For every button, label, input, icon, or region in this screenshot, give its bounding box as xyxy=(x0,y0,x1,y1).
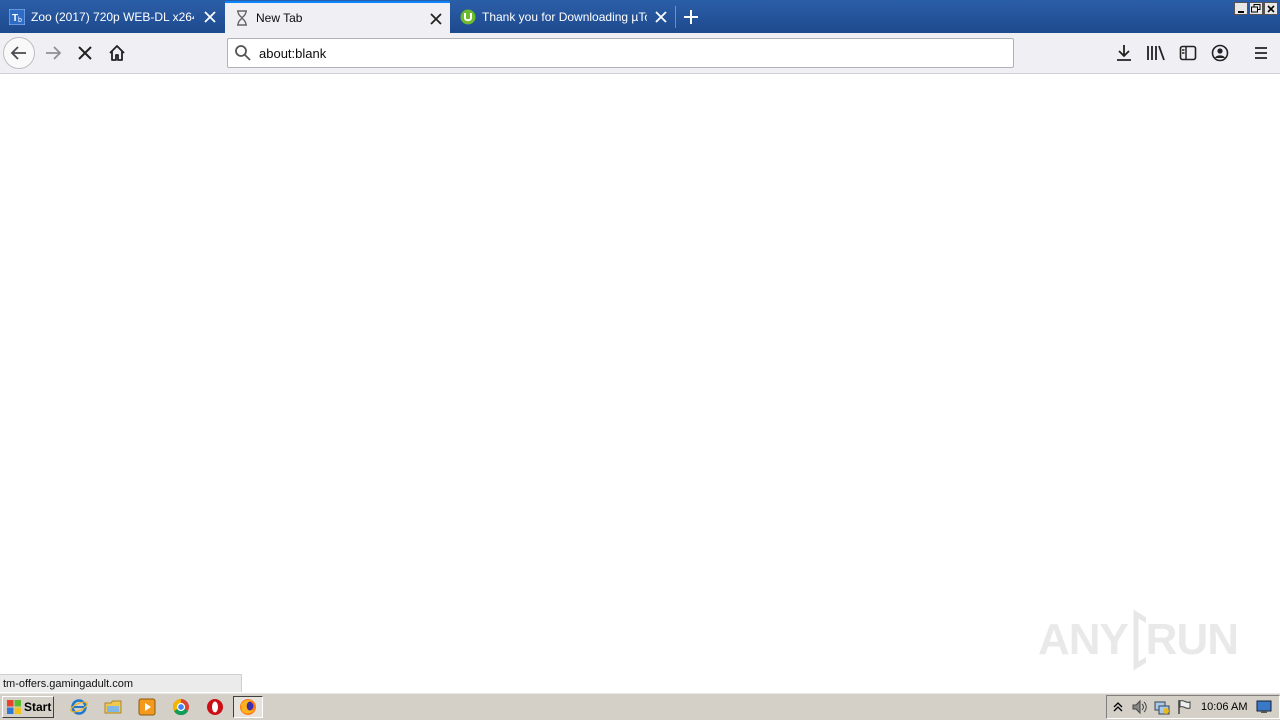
flag-icon xyxy=(1178,700,1191,714)
chevron-up-icon xyxy=(1113,702,1123,712)
clock[interactable]: 10:06 AM xyxy=(1201,701,1247,713)
desktop-icon xyxy=(1256,700,1272,713)
network-button[interactable] xyxy=(1151,697,1173,717)
media-player-icon xyxy=(138,698,156,716)
home-button[interactable] xyxy=(101,37,133,69)
download-icon xyxy=(1117,45,1131,61)
watermark-text-right: RUN xyxy=(1145,615,1239,664)
back-button[interactable] xyxy=(3,37,35,69)
tab-strip: Tb Zoo (2017) 720p WEB-DL x264 ESub New … xyxy=(0,0,1280,33)
library-icon xyxy=(1147,45,1165,61)
opera-launcher[interactable] xyxy=(205,697,225,717)
torrent-site-icon: Tb xyxy=(9,9,25,25)
tab-zoo[interactable]: Tb Zoo (2017) 720p WEB-DL x264 ESub xyxy=(0,1,224,33)
restore-button[interactable] xyxy=(1249,2,1263,15)
plus-icon xyxy=(684,10,698,24)
opera-icon xyxy=(207,699,223,715)
utorrent-icon xyxy=(460,9,476,25)
anyrun-watermark: ANY RUN xyxy=(1038,608,1239,672)
ie-launcher[interactable] xyxy=(69,697,89,717)
minimize-button[interactable] xyxy=(1234,2,1248,15)
tab-title: New Tab xyxy=(256,11,303,25)
hamburger-menu-icon xyxy=(1255,47,1267,59)
network-icon xyxy=(1154,701,1170,715)
action-center-button[interactable] xyxy=(1173,697,1195,717)
forward-button[interactable] xyxy=(37,37,69,69)
account-icon xyxy=(1211,44,1229,62)
url-input[interactable] xyxy=(259,45,999,61)
internet-explorer-icon xyxy=(70,699,88,715)
start-label: Start xyxy=(24,700,52,714)
navigation-toolbar xyxy=(0,33,1280,74)
firefox-taskbar-button[interactable] xyxy=(233,696,263,718)
screen: Tb Zoo (2017) 720p WEB-DL x264 ESub New … xyxy=(0,0,1280,720)
tab-utorrent[interactable]: Thank you for Downloading µTorrent xyxy=(451,1,675,33)
close-window-button[interactable] xyxy=(1264,2,1278,15)
svg-text:b: b xyxy=(18,17,22,24)
show-hidden-icons-button[interactable] xyxy=(1107,697,1129,717)
home-icon xyxy=(109,45,125,61)
sidebar-button[interactable] xyxy=(1172,37,1204,69)
hourglass-icon xyxy=(234,10,250,26)
window-controls xyxy=(1234,2,1278,15)
start-button[interactable]: Start xyxy=(2,696,54,718)
chrome-icon xyxy=(172,698,189,716)
windows-logo-icon xyxy=(7,700,21,714)
stop-x-icon xyxy=(78,46,92,60)
explorer-launcher[interactable] xyxy=(103,697,123,717)
close-icon[interactable] xyxy=(653,9,669,25)
arrow-right-icon xyxy=(46,46,62,60)
search-icon xyxy=(235,45,251,61)
show-desktop-button[interactable] xyxy=(1253,697,1275,717)
status-bar: tm-offers.gamingadult.com xyxy=(0,674,242,692)
new-tab-button[interactable] xyxy=(678,4,704,30)
close-icon[interactable] xyxy=(202,9,218,25)
volume-button[interactable] xyxy=(1129,697,1151,717)
firefox-icon xyxy=(240,699,256,715)
chrome-launcher[interactable] xyxy=(171,697,191,717)
stop-button[interactable] xyxy=(69,37,101,69)
account-button[interactable] xyxy=(1204,37,1236,69)
tab-title: Zoo (2017) 720p WEB-DL x264 ESub xyxy=(31,10,194,24)
watermark-text-left: ANY xyxy=(1038,615,1129,664)
taskbar: Start 10:06 AM xyxy=(0,692,1280,720)
sidebar-icon xyxy=(1179,45,1197,61)
library-button[interactable] xyxy=(1140,37,1172,69)
close-icon[interactable] xyxy=(428,11,444,27)
tab-title: Thank you for Downloading µTorrent xyxy=(482,10,647,24)
tab-new-tab[interactable]: New Tab xyxy=(225,1,450,33)
play-logo-icon xyxy=(1133,610,1146,670)
folder-icon xyxy=(104,700,122,714)
tab-separator xyxy=(675,6,676,28)
media-player-launcher[interactable] xyxy=(137,697,157,717)
menu-button[interactable] xyxy=(1245,37,1277,69)
downloads-button[interactable] xyxy=(1108,37,1140,69)
speaker-icon xyxy=(1132,699,1147,715)
page-content xyxy=(0,74,1280,692)
url-bar[interactable] xyxy=(227,38,1014,68)
system-tray: 10:06 AM xyxy=(1106,695,1280,719)
arrow-left-icon xyxy=(10,46,26,60)
